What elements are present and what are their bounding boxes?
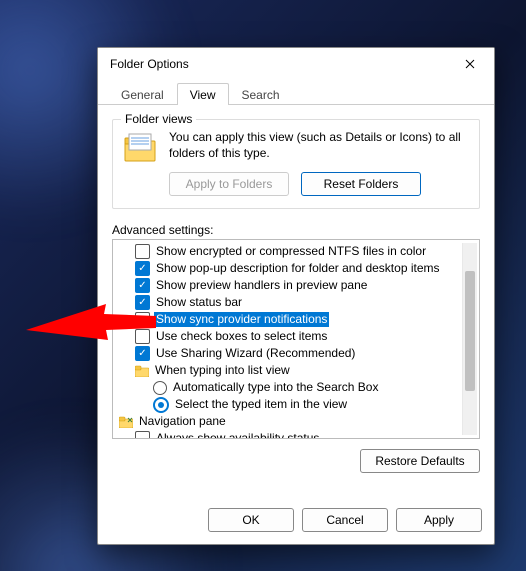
tab-strip: General View Search <box>98 80 494 105</box>
ok-button[interactable]: OK <box>208 508 294 532</box>
checkbox-icon[interactable] <box>135 329 150 344</box>
checkbox-icon[interactable] <box>135 431 150 439</box>
checkbox-icon[interactable]: ✓ <box>135 295 150 310</box>
radio-icon[interactable] <box>153 397 169 413</box>
setting-row[interactable]: Use check boxes to select items <box>117 328 462 345</box>
tab-view[interactable]: View <box>177 83 229 105</box>
titlebar: Folder Options <box>98 48 494 80</box>
folder-views-icon <box>123 132 159 164</box>
dialog-button-row: OK Cancel Apply <box>98 498 494 544</box>
folder-options-dialog: Folder Options General View Search Folde… <box>97 47 495 545</box>
tab-search[interactable]: Search <box>229 83 293 105</box>
checkbox-icon[interactable] <box>135 244 150 259</box>
setting-group-row[interactable]: Navigation pane <box>117 413 462 430</box>
apply-to-folders-button: Apply to Folders <box>169 172 289 196</box>
restore-defaults-button[interactable]: Restore Defaults <box>360 449 480 473</box>
close-icon <box>465 59 475 69</box>
folder-views-text: You can apply this view (such as Details… <box>169 130 469 161</box>
advanced-settings-tree[interactable]: Show encrypted or compressed NTFS files … <box>112 239 480 439</box>
advanced-settings-label: Advanced settings: <box>112 223 480 237</box>
apply-button[interactable]: Apply <box>396 508 482 532</box>
folder-views-group: Folder views You can apply this view (su… <box>112 119 480 209</box>
reset-folders-button[interactable]: Reset Folders <box>301 172 421 196</box>
setting-row[interactable]: Always show availability status <box>117 430 462 439</box>
setting-row[interactable]: ✓ Show preview handlers in preview pane <box>117 277 462 294</box>
window-title: Folder Options <box>110 57 450 71</box>
setting-radio-row[interactable]: Select the typed item in the view <box>117 396 462 413</box>
setting-group-row[interactable]: When typing into list view <box>117 362 462 379</box>
checkbox-icon[interactable] <box>135 312 150 327</box>
checkbox-icon[interactable]: ✓ <box>135 261 150 276</box>
cancel-button[interactable]: Cancel <box>302 508 388 532</box>
close-button[interactable] <box>450 50 490 78</box>
setting-row[interactable]: ✓ Show pop-up description for folder and… <box>117 260 462 277</box>
folder-icon <box>135 365 149 377</box>
setting-row[interactable]: Show encrypted or compressed NTFS files … <box>117 243 462 260</box>
checkbox-icon[interactable]: ✓ <box>135 278 150 293</box>
tab-content-view: Folder views You can apply this view (su… <box>98 105 494 498</box>
checkbox-icon[interactable]: ✓ <box>135 346 150 361</box>
setting-row[interactable]: ✓ Show status bar <box>117 294 462 311</box>
tree-scrollbar[interactable] <box>462 243 477 435</box>
setting-row[interactable]: ✓ Use Sharing Wizard (Recommended) <box>117 345 462 362</box>
setting-radio-row[interactable]: Automatically type into the Search Box <box>117 379 462 396</box>
tab-general[interactable]: General <box>108 83 177 105</box>
folder-icon <box>119 416 133 428</box>
folder-views-legend: Folder views <box>121 112 196 126</box>
setting-row-sync-notifications[interactable]: Show sync provider notifications <box>117 311 462 328</box>
radio-icon[interactable] <box>153 381 167 395</box>
scroll-thumb[interactable] <box>465 271 475 391</box>
